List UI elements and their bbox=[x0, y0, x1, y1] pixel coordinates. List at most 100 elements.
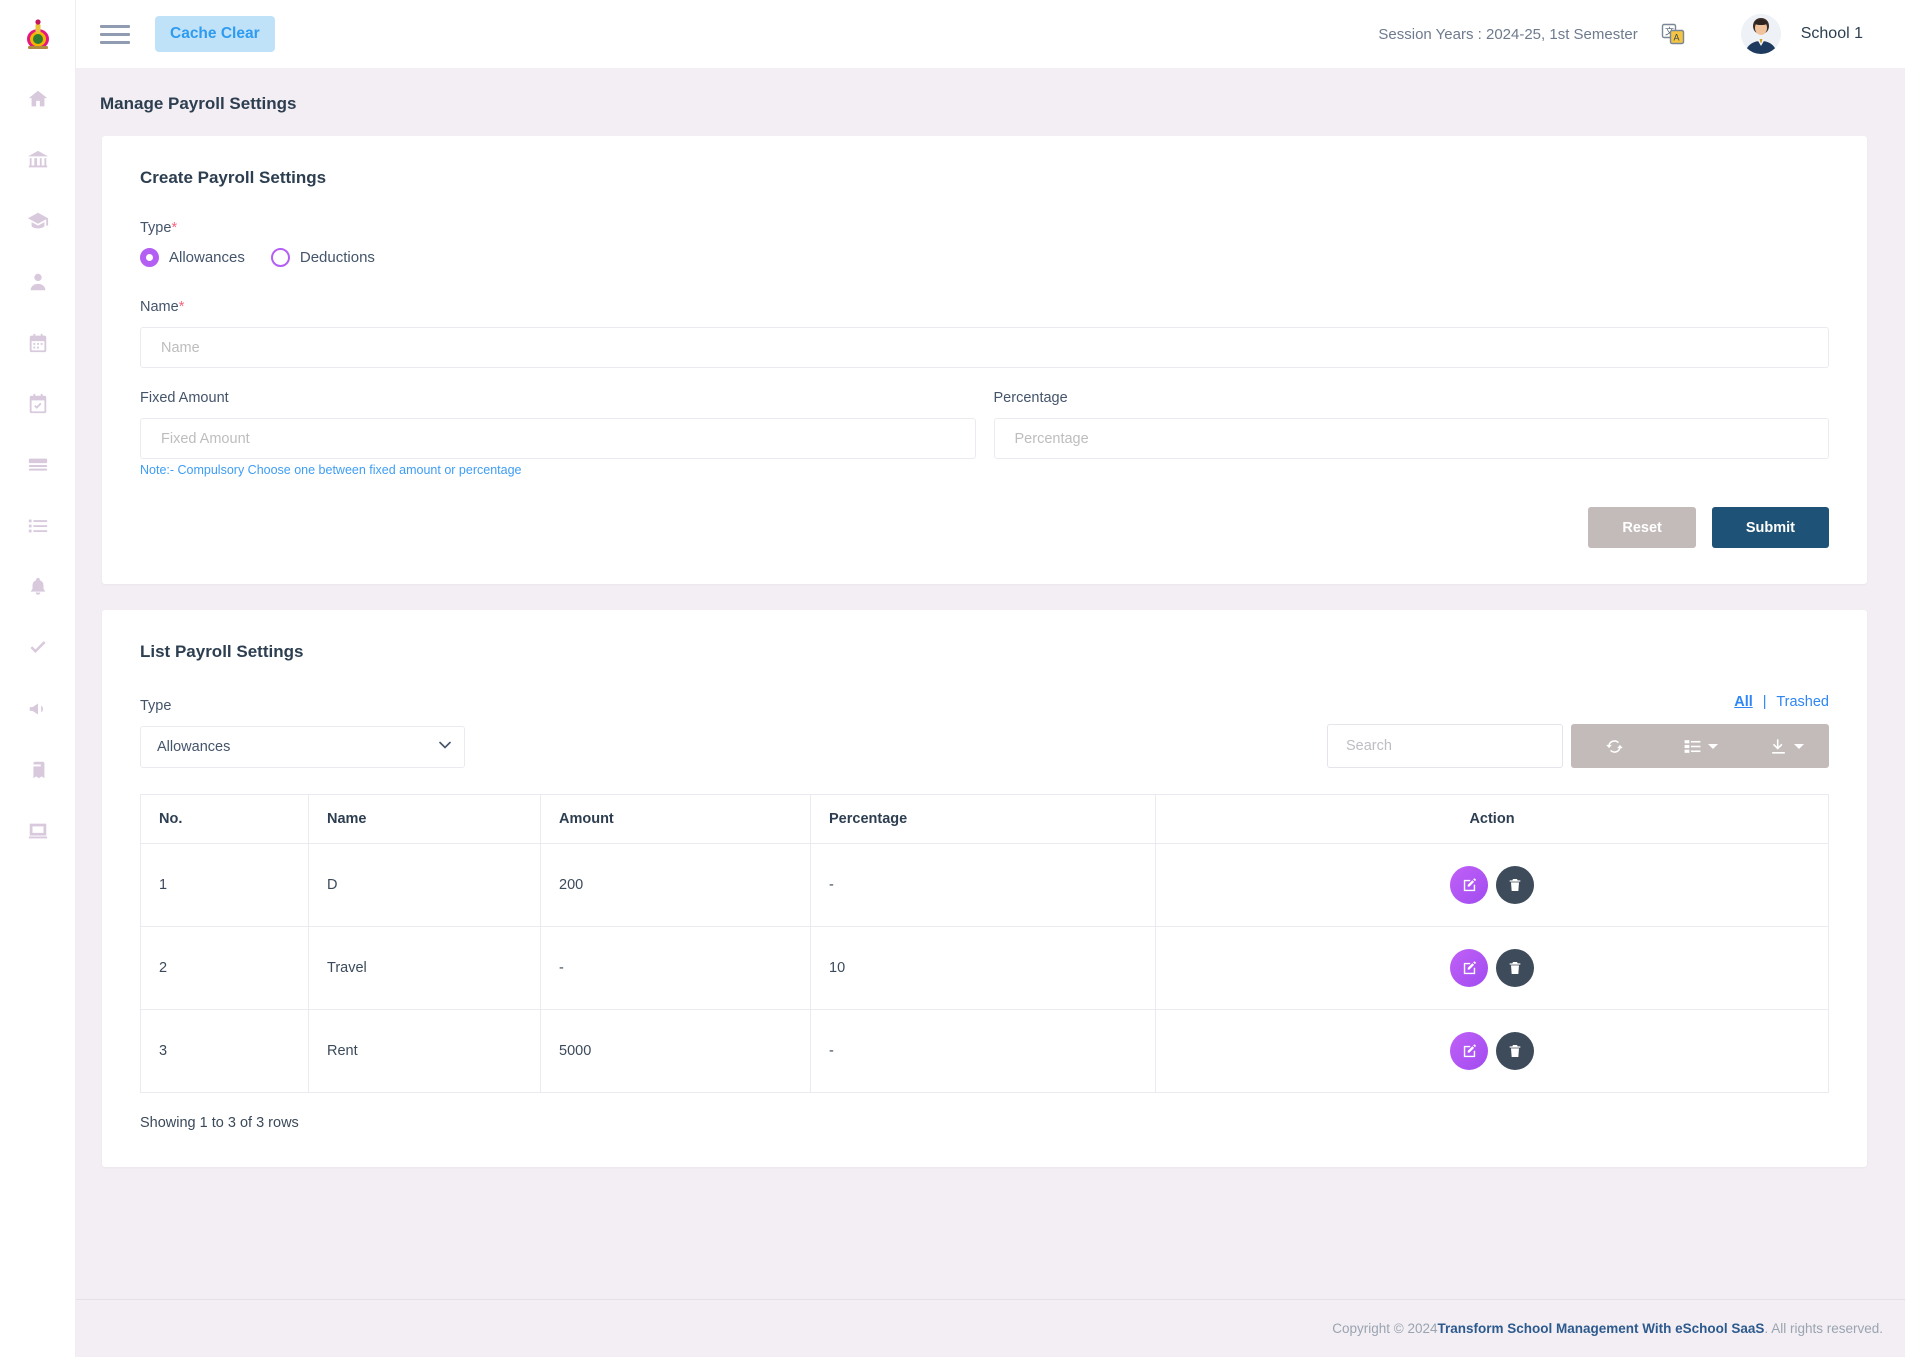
percentage-label: Percentage bbox=[994, 390, 1830, 406]
calendar-icon bbox=[27, 332, 49, 354]
sidebar-item-attendance[interactable] bbox=[0, 373, 75, 434]
user-avatar-icon bbox=[1741, 14, 1781, 54]
sidebar bbox=[0, 0, 76, 1357]
sidebar-item-institute[interactable] bbox=[0, 129, 75, 190]
percentage-input[interactable] bbox=[994, 418, 1830, 459]
refresh-button[interactable] bbox=[1571, 724, 1657, 768]
cell-action bbox=[1156, 844, 1829, 927]
hamburger-icon-bar bbox=[100, 25, 130, 28]
app-root: Cache Clear Session Years : 2024-25, 1st… bbox=[0, 0, 1905, 1357]
footer: Copyright © 2024 Transform School Manage… bbox=[76, 1299, 1905, 1357]
sidebar-item-dashboard[interactable] bbox=[0, 68, 75, 129]
trash-icon bbox=[1507, 877, 1523, 893]
fixed-amount-field-block: Fixed Amount bbox=[140, 390, 976, 459]
radio-deductions-label: Deductions bbox=[300, 249, 375, 266]
sidebar-item-calendar[interactable] bbox=[0, 312, 75, 373]
radio-option-allowances[interactable]: Allowances bbox=[140, 248, 245, 267]
download-export-icon bbox=[1769, 737, 1788, 756]
translate-icon[interactable]: 文 A bbox=[1660, 21, 1686, 47]
radio-deductions-circle[interactable] bbox=[271, 248, 290, 267]
cell-name: Rent bbox=[309, 1010, 541, 1093]
school-emblem-logo bbox=[23, 17, 53, 51]
list-card-title: List Payroll Settings bbox=[140, 642, 1829, 662]
table-header-row: No. Name Amount Percentage Action bbox=[141, 795, 1829, 844]
menu-toggle-button[interactable] bbox=[100, 19, 134, 49]
list-payroll-settings-card: List Payroll Settings Type Allowances De… bbox=[102, 610, 1867, 1167]
topbar-right-group: Session Years : 2024-25, 1st Semester 文 … bbox=[1378, 14, 1863, 54]
name-input[interactable] bbox=[140, 327, 1829, 368]
edit-pencil-icon bbox=[1461, 1043, 1478, 1060]
cell-action bbox=[1156, 1010, 1829, 1093]
server-list-icon bbox=[27, 454, 49, 476]
name-field-block: Name* bbox=[140, 299, 1829, 368]
footer-brand-link[interactable]: Transform School Management With eSchool… bbox=[1438, 1321, 1765, 1336]
create-card-title: Create Payroll Settings bbox=[140, 168, 1829, 188]
radio-allowances-label: Allowances bbox=[169, 249, 245, 266]
column-header-no: No. bbox=[141, 795, 309, 844]
sidebar-item-records[interactable] bbox=[0, 434, 75, 495]
edit-row-button[interactable] bbox=[1450, 866, 1488, 904]
search-input[interactable] bbox=[1327, 724, 1563, 768]
type-select-wrapper: Allowances Deductions bbox=[140, 726, 465, 768]
amount-percentage-row: Fixed Amount Percentage bbox=[140, 390, 1829, 459]
fixed-amount-input[interactable] bbox=[140, 418, 976, 459]
sidebar-item-announcements[interactable] bbox=[0, 678, 75, 739]
columns-button[interactable] bbox=[1657, 724, 1743, 768]
sidebar-item-academics[interactable] bbox=[0, 190, 75, 251]
cell-action bbox=[1156, 927, 1829, 1010]
edit-pencil-icon bbox=[1461, 960, 1478, 977]
edit-row-button[interactable] bbox=[1450, 1032, 1488, 1070]
avatar[interactable] bbox=[1741, 14, 1781, 54]
type-label: Type* bbox=[140, 220, 1829, 236]
radio-allowances-circle[interactable] bbox=[140, 248, 159, 267]
footer-copyright-prefix: Copyright © 2024 bbox=[1332, 1321, 1437, 1336]
delete-row-button[interactable] bbox=[1496, 1032, 1534, 1070]
column-header-amount: Amount bbox=[541, 795, 811, 844]
compulsory-note: Note:- Compulsory Choose one between fix… bbox=[140, 463, 1829, 477]
table-row: 3 Rent 5000 - bbox=[141, 1010, 1829, 1093]
cell-percentage: - bbox=[811, 1010, 1156, 1093]
type-filter-block: Type Allowances Deductions bbox=[140, 698, 465, 768]
sidebar-item-lists[interactable] bbox=[0, 495, 75, 556]
school-name-label: School 1 bbox=[1801, 25, 1863, 43]
row-actions bbox=[1174, 949, 1810, 987]
sidebar-item-users[interactable] bbox=[0, 251, 75, 312]
column-header-action: Action bbox=[1156, 795, 1829, 844]
page-content: Manage Payroll Settings Create Payroll S… bbox=[76, 68, 1905, 1357]
laptop-icon bbox=[27, 820, 49, 842]
reset-button[interactable]: Reset bbox=[1588, 507, 1696, 548]
sidebar-item-approvals[interactable] bbox=[0, 617, 75, 678]
edit-row-button[interactable] bbox=[1450, 949, 1488, 987]
type-filter-select[interactable]: Allowances Deductions bbox=[140, 726, 465, 768]
user-icon bbox=[27, 271, 49, 293]
book-icon bbox=[27, 759, 49, 781]
brand-logo-container[interactable] bbox=[0, 0, 75, 68]
columns-list-icon bbox=[1683, 737, 1702, 756]
calendar-check-icon bbox=[27, 393, 49, 415]
export-button[interactable] bbox=[1743, 724, 1829, 768]
cell-name: Travel bbox=[309, 927, 541, 1010]
topbar: Cache Clear Session Years : 2024-25, 1st… bbox=[76, 0, 1905, 68]
edit-pencil-icon bbox=[1461, 877, 1478, 894]
view-link-trashed[interactable]: Trashed bbox=[1776, 694, 1829, 710]
table-tool-group bbox=[1571, 724, 1829, 768]
name-label-text: Name bbox=[140, 299, 179, 315]
sidebar-item-notifications[interactable] bbox=[0, 556, 75, 617]
type-required-marker: * bbox=[171, 220, 177, 236]
cell-amount: - bbox=[541, 927, 811, 1010]
percentage-field-block: Percentage bbox=[994, 390, 1830, 459]
submit-button[interactable]: Submit bbox=[1712, 507, 1829, 548]
export-caret-icon bbox=[1794, 744, 1804, 749]
home-icon bbox=[27, 88, 49, 110]
cell-percentage: 10 bbox=[811, 927, 1156, 1010]
type-radio-group: Allowances Deductions bbox=[140, 248, 1829, 267]
cache-clear-button[interactable]: Cache Clear bbox=[155, 16, 275, 52]
sidebar-item-library[interactable] bbox=[0, 739, 75, 800]
delete-row-button[interactable] bbox=[1496, 866, 1534, 904]
view-link-all[interactable]: All bbox=[1734, 694, 1753, 710]
sidebar-item-online-class[interactable] bbox=[0, 800, 75, 861]
delete-row-button[interactable] bbox=[1496, 949, 1534, 987]
table-body: 1 D 200 - bbox=[141, 844, 1829, 1093]
cell-name: D bbox=[309, 844, 541, 927]
radio-option-deductions[interactable]: Deductions bbox=[271, 248, 375, 267]
